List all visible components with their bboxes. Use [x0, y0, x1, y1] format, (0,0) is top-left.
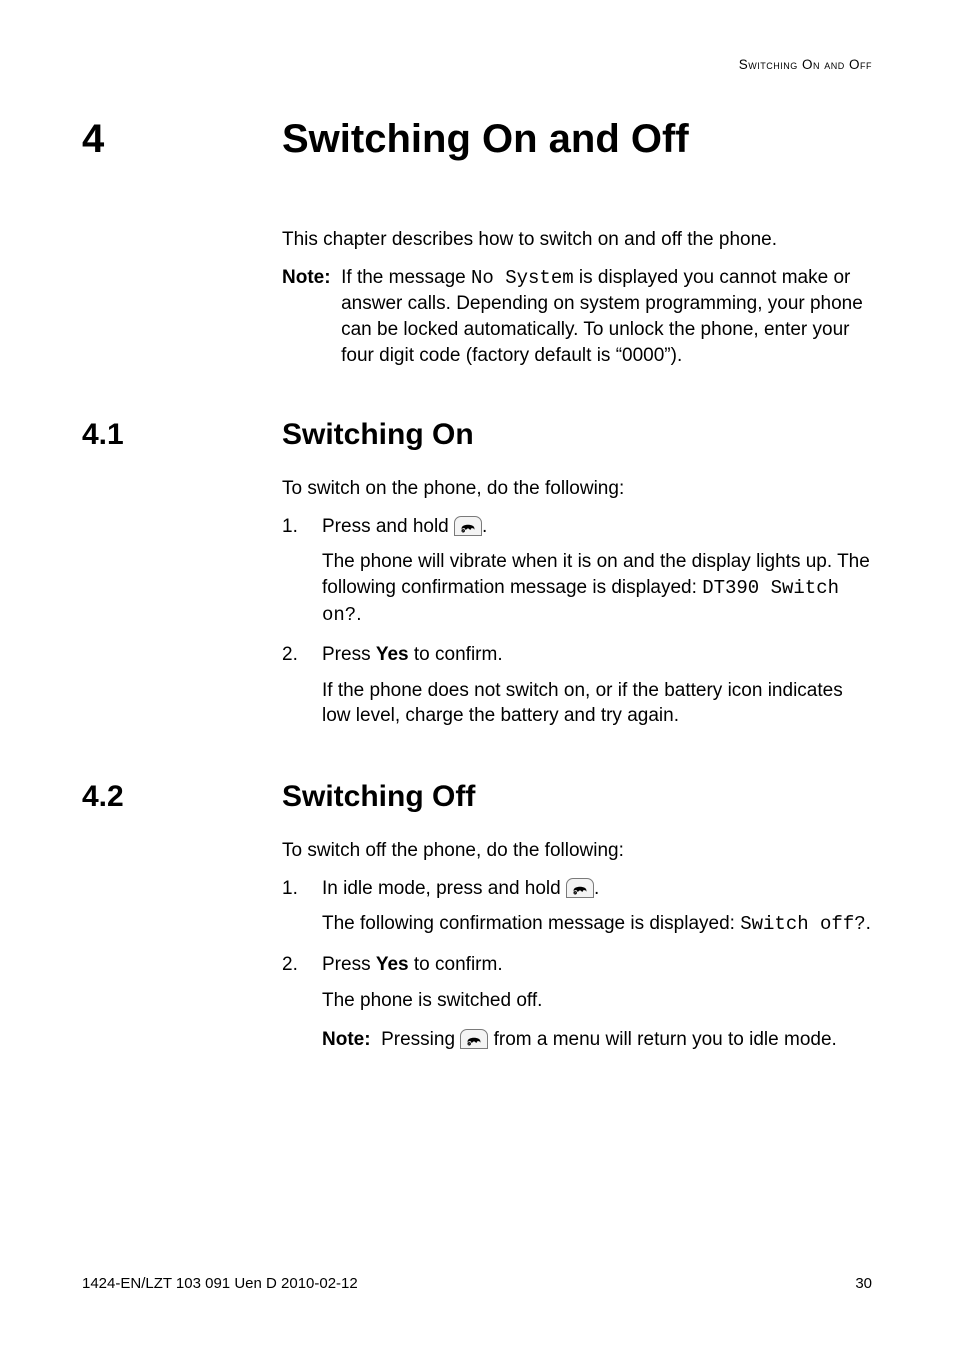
chapter-heading: 4 Switching On and Off — [82, 112, 872, 166]
page-footer: 1424-EN/LZT 103 091 Uen D 2010-02-12 30 — [82, 1274, 872, 1294]
note-code: No System — [471, 267, 574, 289]
step-1-sub-b: . — [866, 913, 871, 934]
hook-icon — [460, 1029, 488, 1049]
step-number: 1. — [282, 514, 322, 540]
step-1: 1. In idle mode, press and hold . — [282, 876, 872, 902]
step-number: 1. — [282, 876, 322, 902]
section-heading-4-2: 4.2 Switching Off — [82, 777, 872, 818]
step-2-sub: If the phone does not switch on, or if t… — [322, 678, 872, 729]
step-1: 1. Press and hold . — [282, 514, 872, 540]
step-text-b: to confirm. — [409, 954, 503, 975]
step-text-a: Press — [322, 954, 376, 975]
note-text-b: from a menu will return you to idle mode… — [488, 1029, 837, 1050]
section-number: 4.1 — [82, 415, 282, 456]
step-text-b: . — [482, 516, 487, 537]
step-text-bold: Yes — [376, 644, 409, 665]
step-1-sub-code: Switch off? — [740, 913, 865, 935]
note-text: If the message No System is displayed yo… — [341, 265, 872, 369]
step-number: 2. — [282, 952, 322, 978]
footer-left: 1424-EN/LZT 103 091 Uen D 2010-02-12 — [82, 1274, 358, 1294]
intro-note: Note: If the message No System is displa… — [282, 265, 872, 369]
step-text-bold: Yes — [376, 954, 409, 975]
section-title: Switching Off — [282, 777, 475, 818]
step-2-sub: The phone is switched off. — [322, 988, 872, 1014]
section-body-4-1: To switch on the phone, do the following… — [282, 476, 872, 743]
section-heading-4-1: 4.1 Switching On — [82, 415, 872, 456]
note-text-a: Pressing — [381, 1029, 460, 1050]
step-text-a: Press and hold — [322, 516, 454, 537]
step-text-a: In idle mode, press and hold — [322, 878, 566, 899]
chapter-title: Switching On and Off — [282, 112, 689, 166]
step-text-a: Press — [322, 644, 376, 665]
section-lead: To switch off the phone, do the followin… — [282, 838, 872, 864]
intro-paragraph: This chapter describes how to switch on … — [282, 227, 872, 253]
step-1-sub: The phone will vibrate when it is on and… — [322, 549, 872, 628]
step-text-b: to confirm. — [409, 644, 503, 665]
note-text-a: If the message — [341, 267, 471, 288]
section-note: Note: Pressing from a menu will return y… — [322, 1027, 872, 1053]
note-text: Pressing from a menu will return you to … — [381, 1027, 872, 1053]
running-header: Switching On and Off — [739, 56, 872, 74]
step-1-sub-b: . — [356, 604, 361, 625]
step-1-sub: The following confirmation message is di… — [322, 911, 872, 938]
step-number: 2. — [282, 642, 322, 668]
section-body-4-2: To switch off the phone, do the followin… — [282, 838, 872, 1067]
step-1-sub-a: The following confirmation message is di… — [322, 913, 740, 934]
section-lead: To switch on the phone, do the following… — [282, 476, 872, 502]
chapter-intro: This chapter describes how to switch on … — [282, 227, 872, 368]
section-number: 4.2 — [82, 777, 282, 818]
note-label: Note: — [282, 265, 341, 369]
hook-icon — [566, 878, 594, 898]
step-2: 2. Press Yes to confirm. — [282, 952, 872, 978]
hook-icon — [454, 516, 482, 536]
step-2: 2. Press Yes to confirm. — [282, 642, 872, 668]
chapter-number: 4 — [82, 112, 282, 166]
footer-page-number: 30 — [855, 1274, 872, 1294]
step-text-b: . — [594, 878, 599, 899]
section-title: Switching On — [282, 415, 474, 456]
note-label: Note: — [322, 1027, 381, 1053]
